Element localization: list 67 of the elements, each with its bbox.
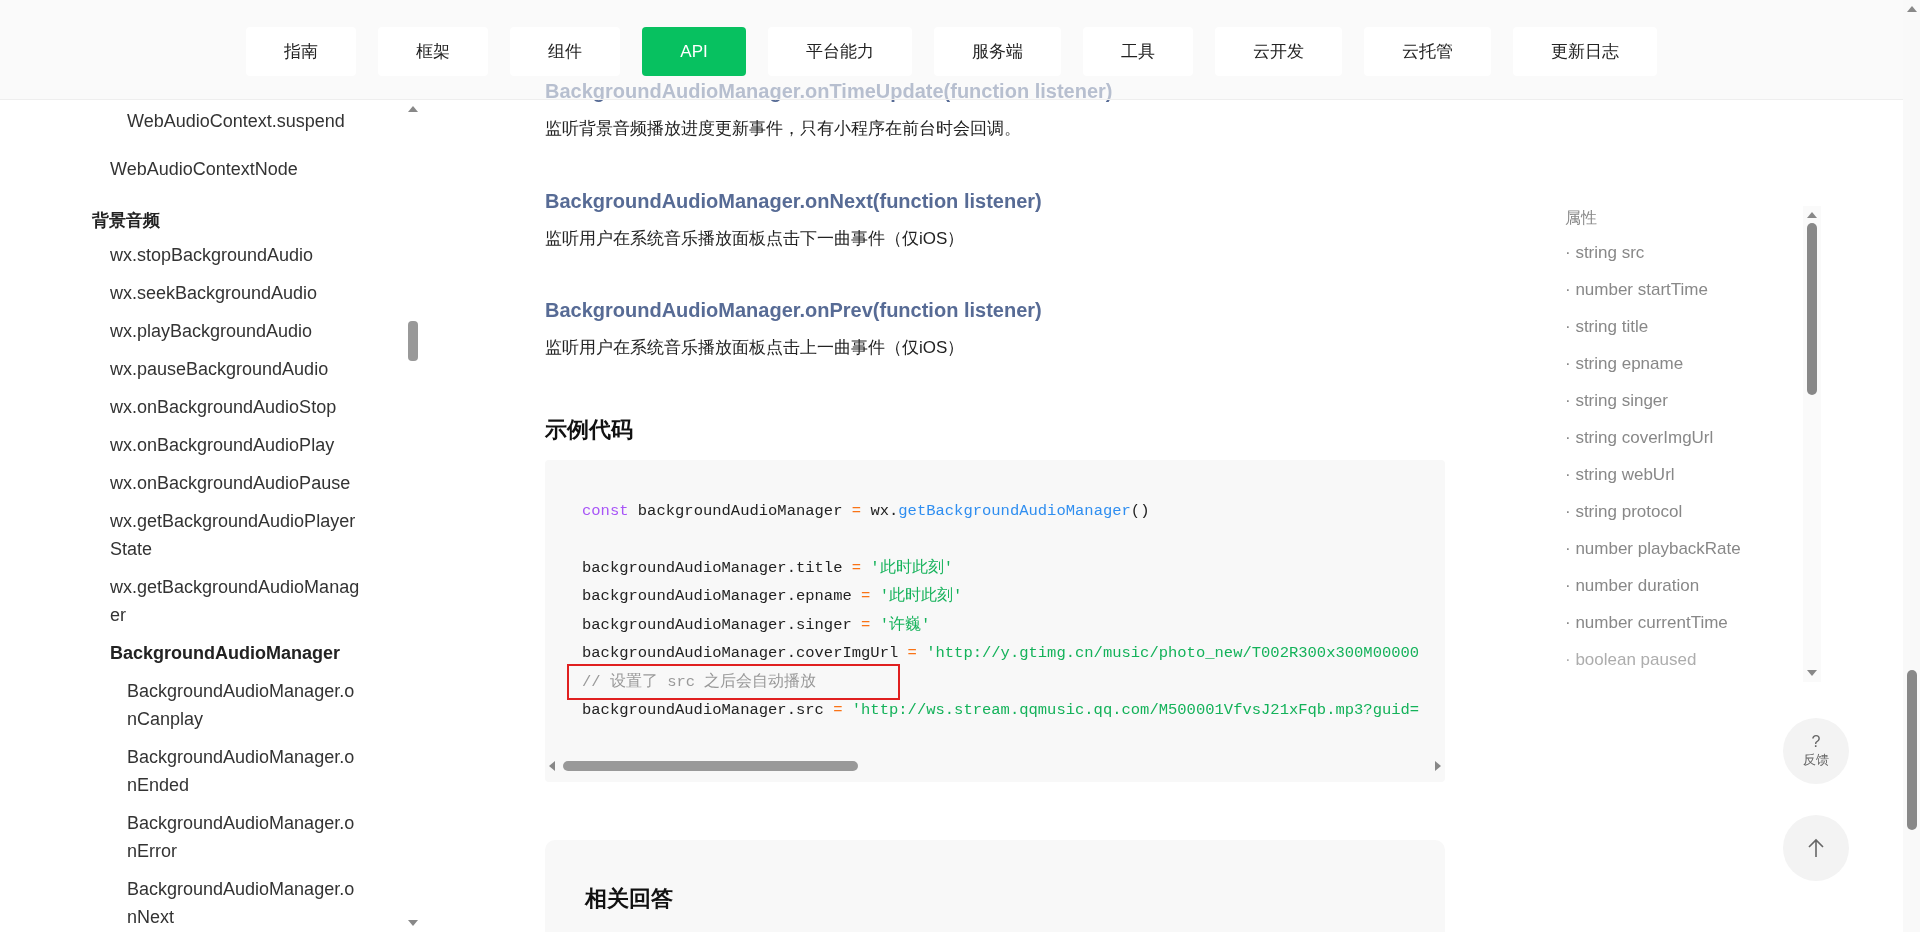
scroll-up-icon[interactable] (408, 104, 418, 114)
code-line: const backgroundAudioManager = wx.getBackgroundAudioManager() (582, 501, 1150, 520)
sidebar-item[interactable]: wx.stopBackgroundAudio (0, 235, 405, 274)
description: 监听用户在系统音乐播放面板点击上一曲事件（仅iOS） (545, 337, 966, 359)
sidebar-item[interactable]: BackgroundAudioManager.onEnded (0, 737, 405, 804)
feedback-button[interactable]: ? 反馈 (1783, 718, 1849, 784)
sidebar-item[interactable]: BackgroundAudioManager.onNext (0, 869, 405, 932)
sidebar-scrollbar[interactable] (408, 321, 418, 361)
description: 监听背景音频播放进度更新事件，只有小程序在前台时会回调。 (545, 118, 1022, 140)
sidebar-item[interactable]: WebAudioContext.suspend (0, 102, 405, 140)
method-heading[interactable]: BackgroundAudioManager.onNext(function listener) (545, 185, 1042, 216)
code-line: backgroundAudioManager.singer = '许巍' (582, 615, 931, 634)
code-line: backgroundAudioManager.src = 'http://ws.stream.qqmusic.qq.com/M500001VfvsJ21xFqb.mp3?guid= (582, 701, 1420, 719)
nav-tab[interactable]: 云托管 (1363, 27, 1491, 76)
page-scrollbar[interactable] (1906, 670, 1917, 830)
nav-tab[interactable]: 指南 (246, 27, 357, 76)
nav-tab[interactable]: 框架 (378, 27, 489, 76)
related-title: 相关回答 (585, 884, 674, 913)
sidebar-item[interactable]: wx.getBackgroundAudioPlayerState (0, 501, 405, 568)
question-mark: ? (1811, 733, 1821, 751)
method-heading[interactable]: BackgroundAudioManager.onPrev(function listener) (545, 295, 1042, 325)
feedback-label: 反馈 (1803, 751, 1829, 769)
toc-item[interactable]: · string webUrl (1565, 462, 1675, 487)
sidebar-item[interactable]: BackgroundAudioManager (0, 633, 405, 672)
toc-item[interactable]: · number startTime (1565, 277, 1708, 302)
code-line: backgroundAudioManager.epname = '此时此刻' (582, 587, 963, 605)
toc-scrollbar[interactable] (1807, 223, 1817, 395)
sidebar-item[interactable]: wx.onBackgroundAudioPlay (0, 425, 405, 464)
toc-item[interactable]: · string title (1565, 314, 1649, 339)
description: 监听用户在系统音乐播放面板点击下一曲事件（仅iOS） (545, 227, 966, 250)
toc-item[interactable]: · number playbackRate (1565, 536, 1741, 561)
sidebar-item[interactable]: wx.pauseBackgroundAudio (0, 349, 405, 388)
scroll-down-icon[interactable] (408, 918, 418, 928)
scroll-up-icon[interactable] (1807, 210, 1817, 220)
code-line: // 设置了 src 之后会自动播放 (582, 672, 817, 691)
toc-item[interactable]: · string src (1565, 240, 1645, 265)
toc-item[interactable]: · string protocol (1565, 499, 1683, 524)
horizontal-scrollbar[interactable] (563, 760, 858, 771)
sidebar-item[interactable]: BackgroundAudioManager.onError (0, 803, 405, 870)
sidebar-item[interactable]: WebAudioContextNode (0, 150, 405, 188)
toc-item[interactable]: · string epname (1565, 351, 1684, 376)
sidebar-item[interactable]: wx.onBackgroundAudioStop (0, 387, 405, 426)
toc-item[interactable]: · number duration (1565, 573, 1700, 598)
sidebar-item[interactable]: wx.onBackgroundAudioPause (0, 463, 405, 502)
sidebar-item[interactable]: wx.seekBackgroundAudio (0, 273, 405, 312)
nav-tab[interactable]: 工具 (1082, 27, 1193, 76)
nav-tab[interactable]: 服务端 (933, 27, 1061, 76)
toc-item[interactable]: · number currentTime (1565, 610, 1728, 635)
scroll-up-icon[interactable] (1906, 4, 1917, 14)
nav-tab[interactable]: 云开发 (1214, 27, 1342, 76)
scroll-right-icon[interactable] (1433, 760, 1443, 771)
nav-tab[interactable]: 平台能力 (767, 27, 912, 76)
code-line: backgroundAudioManager.coverImgUrl = 'http://y.gtimg.cn/music/photo_new/T002R300x300M00000 (582, 644, 1420, 662)
sidebar-item[interactable]: BackgroundAudioManager.onCanplay (0, 671, 405, 738)
nav-tab[interactable]: 组件 (510, 27, 621, 76)
arrow-up-icon (1807, 838, 1825, 858)
scroll-down-icon[interactable] (1807, 668, 1817, 678)
toc-title: 属性 (1565, 208, 1597, 228)
sidebar-item[interactable]: wx.playBackgroundAudio (0, 311, 405, 350)
code-line: backgroundAudioManager.title = '此时此刻' (582, 558, 953, 577)
scroll-left-icon[interactable] (547, 760, 557, 771)
sidebar-item[interactable]: wx.getBackgroundAudioManager (0, 567, 405, 634)
section-title: 示例代码 (545, 415, 634, 444)
nav-tab[interactable]: 更新日志 (1512, 27, 1657, 76)
toc-item[interactable]: · string singer (1565, 388, 1668, 413)
sidebar-section-title: 背景音频 (92, 210, 160, 232)
toc-item[interactable]: · string coverImgUrl (1565, 425, 1714, 450)
